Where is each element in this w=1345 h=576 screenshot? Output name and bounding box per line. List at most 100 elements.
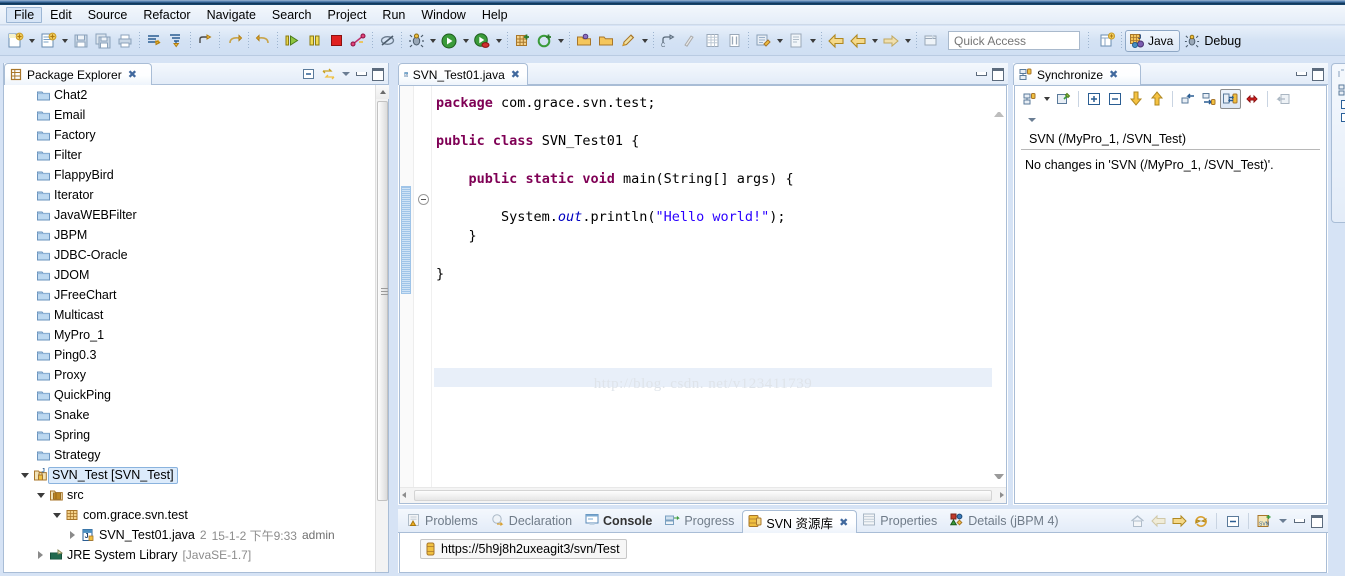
menu-project[interactable]: Project	[320, 7, 375, 23]
perspective-debug-button[interactable]: Debug	[1180, 31, 1245, 51]
next-annotation-icon[interactable]	[194, 30, 216, 52]
save-all-icon[interactable]	[92, 30, 114, 52]
tree-row-project[interactable]: JDOM	[4, 265, 375, 285]
menu-edit[interactable]: Edit	[42, 7, 80, 23]
show-whitespace-icon[interactable]	[679, 30, 701, 52]
maximize-icon[interactable]	[370, 66, 385, 82]
toggle-mark-occurrences-icon[interactable]: C	[657, 30, 679, 52]
refresh-icon[interactable]	[1191, 512, 1210, 531]
coverage-dropdown-icon[interactable]	[493, 30, 504, 52]
new-wizard-dropdown-icon[interactable]	[26, 30, 37, 52]
new-jpa-icon[interactable]	[511, 30, 533, 52]
restore-icon[interactable]	[1338, 68, 1345, 80]
collapse-fold-icon[interactable]	[418, 194, 429, 205]
tree-row-project[interactable]: Filter	[4, 145, 375, 165]
collapse-all-icon[interactable]	[299, 65, 318, 83]
minimize-icon[interactable]	[1294, 66, 1309, 82]
open-perspective-icon[interactable]	[920, 30, 942, 52]
scroll-right-icon[interactable]	[1000, 492, 1004, 498]
new-ejb-dropdown-icon[interactable]	[555, 30, 566, 52]
editor-annotation-ruler[interactable]	[400, 86, 414, 487]
tree-row-project[interactable]: Chat2	[4, 85, 375, 105]
outgoing-changes-icon[interactable]	[1199, 88, 1219, 110]
bottom-tab-progress[interactable]: Progress	[660, 509, 742, 533]
suspend-icon[interactable]	[303, 30, 325, 52]
twist-icon[interactable]	[66, 525, 79, 545]
bottom-tab-properties[interactable]: Properties	[857, 509, 945, 533]
tree-row-jre-library[interactable]: JRE System Library [JavaSE-1.7]	[4, 545, 375, 565]
maximize-icon[interactable]	[990, 66, 1005, 82]
twist-icon[interactable]	[50, 505, 63, 525]
conflicts-icon[interactable]	[1242, 88, 1262, 110]
link-with-editor-icon[interactable]	[319, 65, 338, 83]
scroll-up-icon[interactable]	[376, 85, 389, 99]
forward-icon[interactable]	[847, 30, 869, 52]
bottom-tab-console[interactable]: Console	[580, 509, 660, 533]
tab-svn-test01-java[interactable]: J SVN_Test01.java ✖	[398, 63, 528, 85]
next-dropdown-icon[interactable]	[902, 30, 913, 52]
tree-row-java-file[interactable]: J SVN_Test01.java 2 15-1-2 下午9:33 admin	[4, 525, 375, 545]
external-tools-icon[interactable]	[752, 30, 774, 52]
maximize-icon[interactable]	[1310, 66, 1325, 82]
task-dropdown-icon[interactable]	[639, 30, 650, 52]
menu-window[interactable]: Window	[413, 7, 473, 23]
twist-icon[interactable]	[34, 485, 47, 505]
expand-all-icon[interactable]	[1084, 88, 1104, 110]
twist-icon[interactable]	[34, 545, 47, 565]
close-icon[interactable]: ✖	[1109, 68, 1118, 81]
open-type-icon[interactable]	[165, 30, 187, 52]
tree-row-project[interactable]: MyPro_1	[4, 325, 375, 345]
open-perspective-button[interactable]	[1096, 30, 1118, 52]
menu-search[interactable]: Search	[264, 7, 320, 23]
new-wizard-icon[interactable]	[4, 30, 26, 52]
tree-row-project[interactable]: Ping0.3	[4, 345, 375, 365]
skip-breakpoints-icon[interactable]	[376, 30, 398, 52]
bottom-tab-svn[interactable]: SVN 资源库 ✖	[742, 510, 858, 533]
close-icon[interactable]: ✖	[511, 68, 520, 81]
close-icon[interactable]: ✖	[839, 516, 848, 529]
report-dropdown-icon[interactable]	[807, 30, 818, 52]
terminate-icon[interactable]	[325, 30, 347, 52]
debug-icon[interactable]	[405, 30, 427, 52]
external-tools-dropdown-icon[interactable]	[774, 30, 785, 52]
debug-dropdown-icon[interactable]	[427, 30, 438, 52]
synchronize-icon[interactable]	[1338, 84, 1345, 96]
forward-icon[interactable]	[1170, 512, 1189, 531]
maximize-icon[interactable]	[1309, 513, 1324, 529]
view-menu-icon[interactable]	[1025, 112, 1039, 128]
toggle-breadcrumb-icon[interactable]	[143, 30, 165, 52]
tree-row-svn-test-project[interactable]: J SVN_Test [SVN_Test]	[4, 465, 375, 485]
editor-code-text[interactable]: package com.grace.svn.test; public class…	[434, 86, 992, 487]
tree-row-project[interactable]: Strategy	[4, 445, 375, 465]
bottom-tab-details-jbpm-4[interactable]: Details (jBPM 4)	[945, 509, 1066, 533]
tree-row-project[interactable]: Iterator	[4, 185, 375, 205]
tree-row-project[interactable]: JavaWEBFilter	[4, 205, 375, 225]
incoming-mode-icon[interactable]	[1126, 88, 1146, 110]
minimize-icon[interactable]	[974, 66, 989, 82]
view-stub-icon[interactable]	[1340, 100, 1345, 109]
bottom-tab-problems[interactable]: Problems	[402, 509, 486, 533]
run-icon[interactable]	[438, 30, 460, 52]
new-repository-icon[interactable]: SVN	[1255, 512, 1274, 531]
close-icon[interactable]: ✖	[128, 68, 137, 81]
menu-source[interactable]: Source	[80, 7, 136, 23]
tab-package-explorer[interactable]: Package Explorer ✖	[4, 63, 152, 85]
tree-row-project[interactable]: Snake	[4, 405, 375, 425]
new-ejb-icon[interactable]	[533, 30, 555, 52]
next-icon[interactable]	[880, 30, 902, 52]
package-explorer-scrollbar[interactable]	[375, 85, 389, 572]
minimized-view-stub[interactable]	[1331, 63, 1345, 223]
collapse-all-icon[interactable]	[1105, 88, 1125, 110]
perspective-java-button[interactable]: J Java	[1125, 29, 1181, 52]
synchronize-action-icon[interactable]	[1020, 88, 1040, 110]
editor-vertical-scrollbar[interactable]	[992, 86, 1006, 487]
home-icon[interactable]	[1128, 512, 1147, 531]
back-icon[interactable]	[1149, 512, 1168, 531]
save-icon[interactable]	[70, 30, 92, 52]
remove-from-view-icon[interactable]	[1273, 88, 1293, 110]
edit-task-icon[interactable]	[617, 30, 639, 52]
scroll-up-icon[interactable]	[994, 112, 1004, 121]
previous-edit-icon[interactable]	[223, 30, 245, 52]
package-explorer-tree[interactable]: Chat2 Email Factory Filter FlappyBird Iterato…	[4, 85, 375, 572]
tree-row-project[interactable]: JBPM	[4, 225, 375, 245]
